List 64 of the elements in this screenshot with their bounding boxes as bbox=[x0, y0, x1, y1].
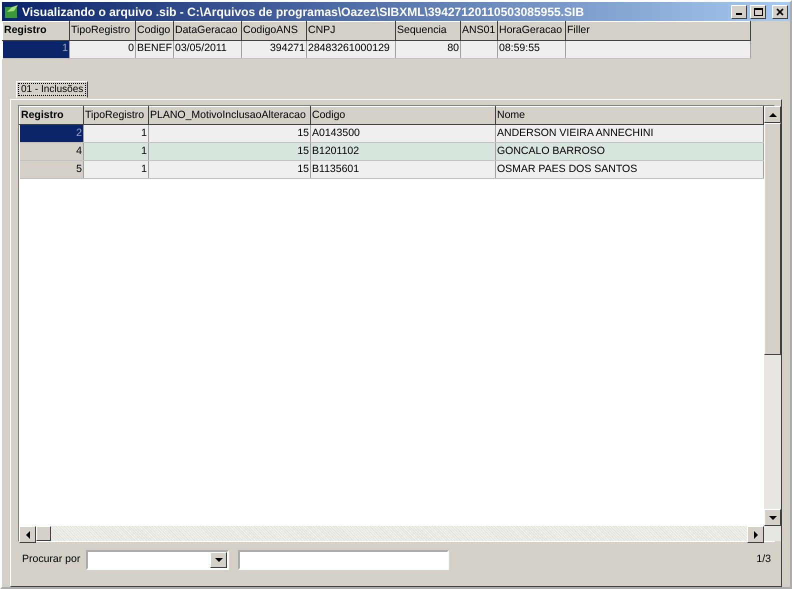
table-cell: 08:59:55 bbox=[498, 40, 566, 58]
table-cell: 1 bbox=[84, 160, 148, 178]
table-cell: A0143500 bbox=[310, 124, 496, 142]
column-header[interactable]: CNPJ bbox=[306, 22, 396, 40]
scroll-down-button[interactable] bbox=[764, 509, 781, 526]
table-cell: 15 bbox=[148, 124, 310, 142]
table-cell: OSMAR PAES DOS SANTOS bbox=[496, 160, 764, 178]
table-cell: B1201102 bbox=[310, 142, 496, 160]
up-arrow-icon bbox=[768, 112, 776, 118]
table-cell: 1 bbox=[2, 40, 70, 58]
caret-icon bbox=[214, 557, 223, 563]
table-cell: B1135601 bbox=[310, 160, 496, 178]
table-cell bbox=[460, 40, 498, 58]
column-header[interactable]: TipoRegistro bbox=[70, 22, 136, 40]
table-cell: 0 bbox=[70, 40, 136, 58]
column-header[interactable]: DataGeracao bbox=[174, 22, 242, 40]
close-button[interactable] bbox=[772, 4, 788, 18]
table-cell: 5 bbox=[20, 160, 84, 178]
maximize-icon bbox=[754, 8, 763, 16]
tab[interactable]: 01 - Inclusões bbox=[16, 81, 88, 98]
app-icon bbox=[4, 4, 19, 19]
close-icon bbox=[776, 8, 784, 16]
table-cell: 15 bbox=[148, 142, 310, 160]
table-cell: BENEF bbox=[136, 40, 174, 58]
column-header[interactable]: Codigo bbox=[136, 22, 174, 40]
column-header[interactable]: Registro bbox=[20, 106, 84, 124]
table-cell: 394271 bbox=[242, 40, 306, 58]
column-header[interactable]: Sequencia bbox=[396, 22, 460, 40]
table-cell: 1 bbox=[84, 142, 148, 160]
down-arrow-icon bbox=[768, 514, 776, 520]
search-input[interactable] bbox=[238, 550, 449, 570]
table-cell: ANDERSON VIEIRA ANNECHINI bbox=[496, 124, 764, 142]
minimize-icon bbox=[736, 12, 742, 14]
table-cell: 4 bbox=[20, 142, 84, 160]
column-header[interactable]: Codigo bbox=[310, 106, 496, 124]
search-field-dropdown[interactable] bbox=[86, 550, 230, 570]
column-header[interactable]: TipoRegistro bbox=[84, 106, 148, 124]
table-cell: GONCALO BARROSO bbox=[496, 142, 764, 160]
search-label: Procurar por bbox=[22, 552, 80, 568]
table-cell: 28483261000129 bbox=[306, 40, 396, 58]
scroll-right-button[interactable] bbox=[747, 526, 764, 543]
column-header[interactable]: Filler bbox=[566, 22, 750, 40]
record-count: 1/3 bbox=[756, 552, 771, 568]
table-cell: 15 bbox=[148, 160, 310, 178]
column-header[interactable]: CodigoANS bbox=[242, 22, 306, 40]
scroll-left-button[interactable] bbox=[19, 526, 36, 543]
column-header[interactable]: ANS01 bbox=[460, 22, 498, 40]
column-header[interactable]: PLANO_MotivoInclusaoAlteracao bbox=[148, 106, 310, 124]
table-cell: 03/05/2011 bbox=[174, 40, 242, 58]
scroll-up-button[interactable] bbox=[764, 106, 781, 123]
column-header[interactable]: Nome bbox=[496, 106, 764, 124]
table-cell: 80 bbox=[396, 40, 460, 58]
window-title: Visualizando o arquivo .sib - C:\Arquivos de programas\Oazez\SIBXML\39427120110503085955.SIB bbox=[22, 4, 586, 20]
left-arrow-icon bbox=[24, 530, 30, 538]
scroll-thumb[interactable] bbox=[764, 123, 781, 355]
dropdown-button[interactable] bbox=[210, 552, 228, 568]
column-header[interactable]: Registro bbox=[2, 22, 70, 40]
maximize-button[interactable] bbox=[750, 4, 766, 18]
minimize-button[interactable] bbox=[731, 4, 748, 18]
scroll-thumb[interactable] bbox=[36, 526, 51, 541]
right-arrow-icon bbox=[752, 530, 758, 538]
table-cell: 2 bbox=[20, 124, 84, 142]
table-cell: 1 bbox=[84, 124, 148, 142]
column-header[interactable]: HoraGeracao bbox=[498, 22, 566, 40]
